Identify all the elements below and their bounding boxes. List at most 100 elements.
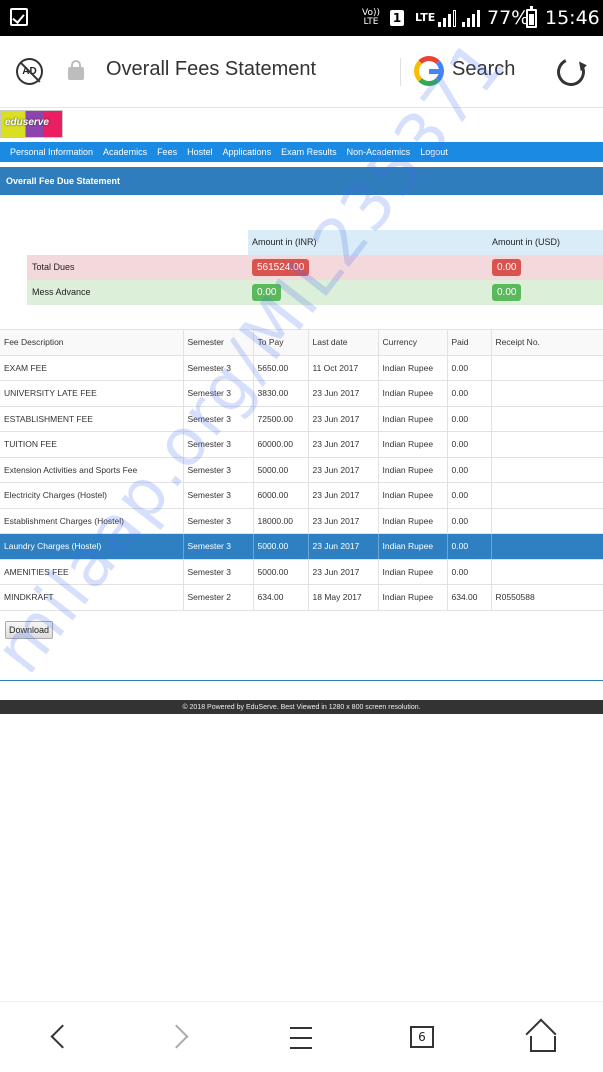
cell-fee-description: Electricity Charges (Hostel): [0, 482, 184, 509]
mess-advance-label: Mess Advance: [32, 287, 91, 297]
google-icon[interactable]: [414, 56, 444, 86]
cell-paid: 0.00: [447, 457, 492, 483]
reload-icon[interactable]: [553, 54, 589, 90]
col-last-date: Last date: [308, 329, 379, 356]
total-dues-usd: 0.00: [492, 259, 522, 276]
nav-item-applications[interactable]: Applications: [223, 147, 272, 157]
cell-paid: 0.00: [447, 482, 492, 509]
status-bar: Vo)) LTE 1 LTE 77% 15:46: [0, 0, 603, 36]
network-type: LTE: [415, 11, 436, 24]
tabs-icon[interactable]: 6: [406, 1020, 442, 1056]
nav-item-hostel[interactable]: Hostel: [187, 147, 213, 157]
table-header-row: Fee Description Semester To Pay Last dat…: [0, 329, 603, 356]
summary-header: Amount in (INR) Amount in (USD): [27, 230, 603, 255]
cell-last-date: 23 Jun 2017: [308, 482, 379, 509]
footer: © 2018 Powered by EduServe. Best Viewed …: [0, 700, 603, 714]
cell-semester: Semester 3: [183, 508, 254, 534]
nav-item-exam-results[interactable]: Exam Results: [281, 147, 337, 157]
browser-bottom-nav: 6: [0, 1001, 603, 1072]
cell-semester: Semester 2: [183, 584, 254, 611]
cell-last-date: 11 Oct 2017: [308, 355, 379, 381]
table-row[interactable]: Electricity Charges (Hostel) Semester 3 60…: [0, 482, 603, 509]
table-row[interactable]: ESTABLISHMENT FEE Semester 3 72500.00 23 Ju…: [0, 406, 603, 432]
section-title: Overall Fee Due Statement: [0, 167, 603, 195]
menu-icon[interactable]: [284, 1020, 320, 1056]
table-row[interactable]: Establishment Charges (Hostel) Semester 3…: [0, 508, 603, 534]
table-row[interactable]: Laundry Charges (Hostel) Semester 3 5000.0…: [0, 533, 603, 560]
cell-currency: Indian Rupee: [378, 482, 448, 509]
table-row[interactable]: MINDKRAFT Semester 2 634.00 18 May 2017 Indi…: [0, 584, 603, 611]
back-icon[interactable]: [42, 1020, 78, 1056]
signal-strength-icon: [438, 10, 456, 27]
address-bar-title[interactable]: Overall Fees Statement: [106, 58, 316, 81]
site-logo[interactable]: eduserve: [0, 110, 63, 138]
cell-currency: Indian Rupee: [378, 584, 448, 611]
cell-paid: 0.00: [447, 508, 492, 534]
cell-semester: Semester 3: [183, 355, 254, 381]
cell-paid: 634.00: [447, 584, 492, 611]
cell-to-pay: 6000.00: [253, 482, 309, 509]
cell-to-pay: 3830.00: [253, 380, 309, 407]
cell-semester: Semester 3: [183, 457, 254, 483]
nav-item-logout[interactable]: Logout: [420, 147, 448, 157]
total-dues-row: Total Dues 561524.00 0.00: [27, 255, 603, 280]
forward-icon[interactable]: [162, 1020, 198, 1056]
clock: 15:46: [545, 7, 600, 29]
table-row[interactable]: AMENITIES FEE Semester 3 5000.00 23 Jun 201…: [0, 559, 603, 585]
cell-semester: Semester 3: [183, 533, 254, 560]
volte-indicator: Vo)) LTE: [362, 8, 380, 27]
nav-item-non-academics[interactable]: Non-Academics: [347, 147, 411, 157]
cell-fee-description: Establishment Charges (Hostel): [0, 508, 184, 534]
cell-paid: 0.00: [447, 533, 492, 560]
cell-paid: 0.00: [447, 559, 492, 585]
search-button[interactable]: Search: [452, 58, 515, 81]
adblock-icon[interactable]: AD: [16, 58, 43, 85]
cell-to-pay: 5650.00: [253, 355, 309, 381]
checkbox-notification-icon: [10, 8, 28, 26]
cell-last-date: 23 Jun 2017: [308, 559, 379, 585]
cell-paid: 0.00: [447, 380, 492, 407]
cell-paid: 0.00: [447, 355, 492, 381]
cell-to-pay: 5000.00: [253, 533, 309, 560]
cell-paid: 0.00: [447, 406, 492, 432]
download-button[interactable]: Download: [5, 621, 53, 639]
cell-receipt-no: R0550588: [491, 584, 603, 611]
cell-currency: Indian Rupee: [378, 533, 448, 560]
table-row[interactable]: EXAM FEE Semester 3 5650.00 11 Oct 2017 Indi…: [0, 355, 603, 381]
cell-semester: Semester 3: [183, 559, 254, 585]
cell-to-pay: 18000.00: [253, 508, 309, 534]
fee-table: Fee Description Semester To Pay Last dat…: [0, 329, 603, 611]
footer-divider: [0, 680, 603, 681]
cell-to-pay: 5000.00: [253, 457, 309, 483]
cell-fee-description: TUITION FEE: [0, 431, 184, 458]
col-semester: Semester: [183, 329, 254, 356]
cell-receipt-no: [491, 482, 603, 509]
nav-item-personal-information[interactable]: Personal Information: [10, 147, 93, 157]
cell-semester: Semester 3: [183, 380, 254, 407]
mess-advance-usd: 0.00: [492, 284, 522, 301]
cell-to-pay: 60000.00: [253, 431, 309, 458]
cell-fee-description: UNIVERSITY LATE FEE: [0, 380, 184, 407]
browser-toolbar: AD Overall Fees Statement Search: [0, 36, 603, 108]
nav-item-fees[interactable]: Fees: [157, 147, 177, 157]
cell-last-date: 23 Jun 2017: [308, 533, 379, 560]
home-icon[interactable]: [524, 1020, 560, 1056]
cell-last-date: 23 Jun 2017: [308, 508, 379, 534]
col-paid: Paid: [447, 329, 492, 356]
cell-receipt-no: [491, 559, 603, 585]
battery-icon: [526, 6, 537, 28]
cell-receipt-no: [491, 355, 603, 381]
cell-to-pay: 5000.00: [253, 559, 309, 585]
cell-receipt-no: [491, 508, 603, 534]
cell-receipt-no: [491, 533, 603, 560]
header-amount-usd: Amount in (USD): [492, 237, 561, 247]
main-nav: Personal Information Academics Fees Host…: [0, 142, 603, 162]
cell-last-date: 23 Jun 2017: [308, 406, 379, 432]
cell-fee-description: ESTABLISHMENT FEE: [0, 406, 184, 432]
nav-item-academics[interactable]: Academics: [103, 147, 147, 157]
table-row[interactable]: TUITION FEE Semester 3 60000.00 23 Jun 2017…: [0, 431, 603, 458]
table-row[interactable]: Extension Activities and Sports Fee Semes…: [0, 457, 603, 483]
table-row[interactable]: UNIVERSITY LATE FEE Semester 3 3830.00 23 J…: [0, 380, 603, 407]
cell-fee-description: EXAM FEE: [0, 355, 184, 381]
cell-fee-description: MINDKRAFT: [0, 584, 184, 611]
